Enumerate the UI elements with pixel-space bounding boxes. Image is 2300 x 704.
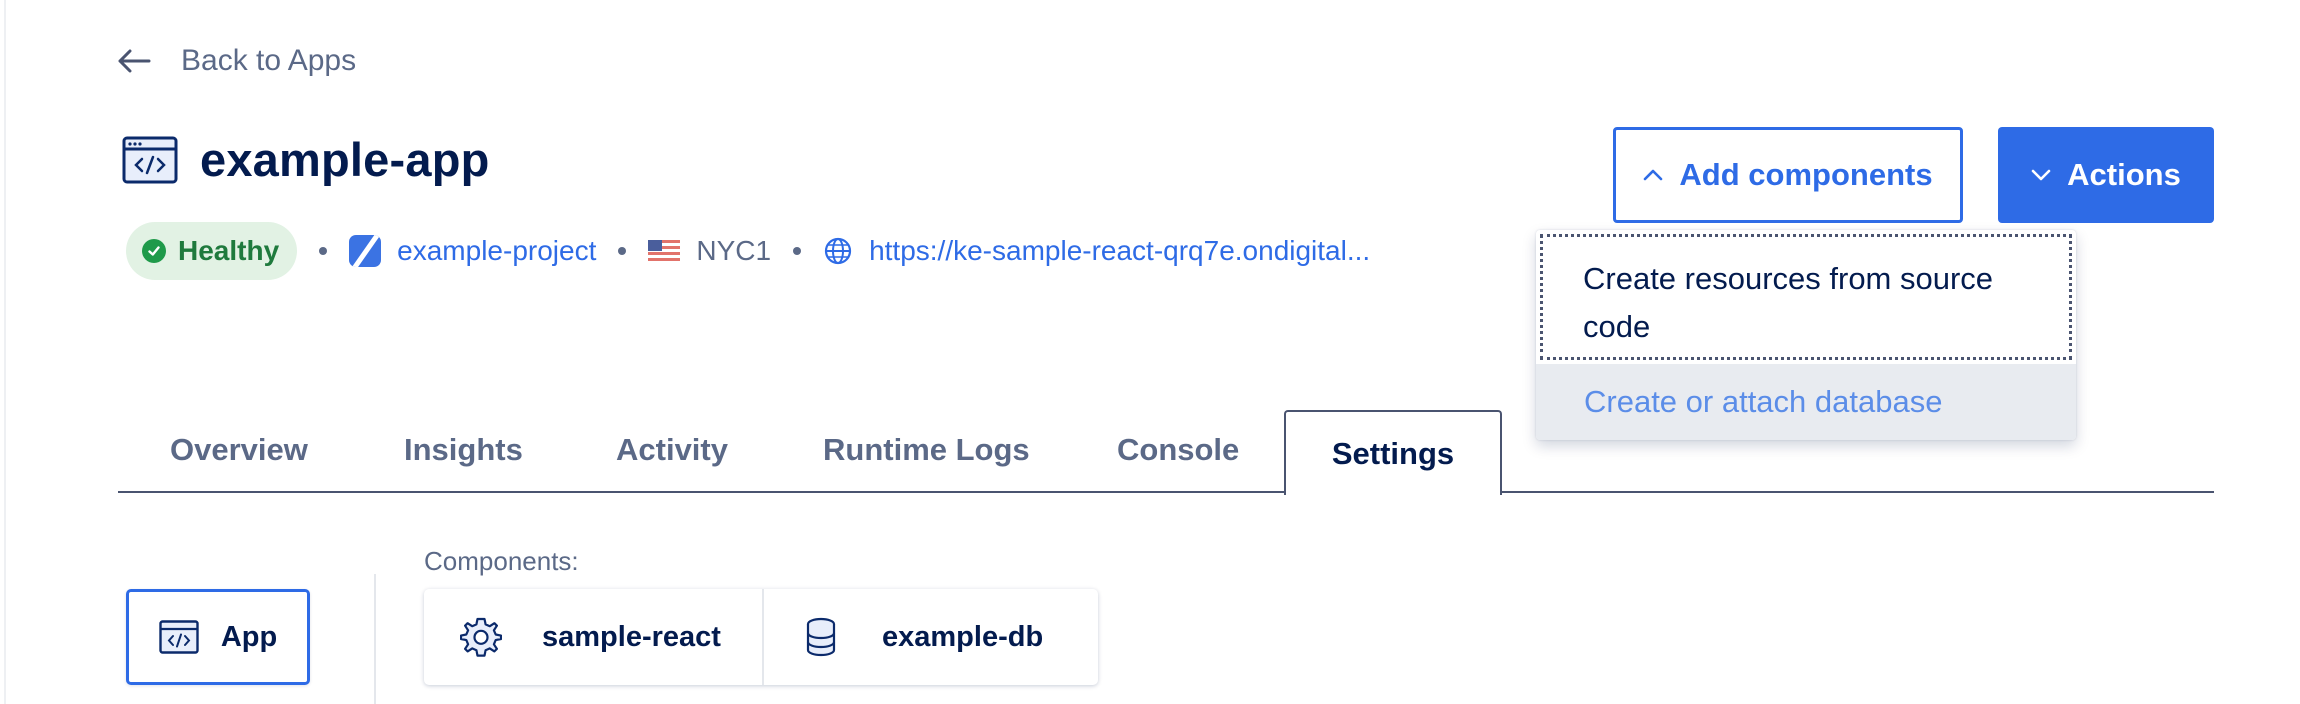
project-icon xyxy=(349,235,382,267)
app-url-link[interactable]: https://ke-sample-react-qrq7e.ondigital.… xyxy=(823,235,1370,267)
menu-item-label-line1: Create resources from source xyxy=(1583,261,1994,296)
app-settings-card[interactable]: App xyxy=(126,589,310,685)
separator-dot xyxy=(618,247,627,255)
app-card-label: App xyxy=(220,620,278,653)
chevron-up-icon xyxy=(1644,169,1663,181)
tab-insights[interactable]: Insights xyxy=(404,432,523,468)
region-info: NYC1 xyxy=(648,235,771,267)
menu-item-create-from-source[interactable]: Create resources from source code xyxy=(1540,234,2072,360)
globe-icon xyxy=(824,237,852,265)
app-settings-page: Back to Apps example-app Healthy example… xyxy=(0,0,2300,704)
component-example-db[interactable]: example-db xyxy=(762,589,1098,685)
add-components-label: Add components xyxy=(1679,157,1933,192)
actions-button[interactable]: Actions xyxy=(1998,127,2214,223)
database-icon xyxy=(806,617,836,657)
section-divider xyxy=(374,574,376,704)
app-header: example-app xyxy=(122,132,490,187)
project-link-label: example-project xyxy=(397,235,597,266)
project-link[interactable]: example-project xyxy=(349,235,596,267)
left-border xyxy=(4,0,6,704)
app-meta-row: Healthy example-project NYC1 https://ke-… xyxy=(126,222,1370,280)
tab-console[interactable]: Console xyxy=(1117,432,1239,468)
app-url-label: https://ke-sample-react-qrq7e.ondigital.… xyxy=(869,235,1371,266)
tab-overview[interactable]: Overview xyxy=(170,432,308,468)
us-flag-icon xyxy=(648,240,681,262)
add-components-button[interactable]: Add components xyxy=(1613,127,1963,223)
arrow-left-icon xyxy=(118,49,151,73)
region-label: NYC1 xyxy=(696,235,772,266)
status-label: Healthy xyxy=(178,235,280,266)
tab-activity[interactable]: Activity xyxy=(616,432,728,468)
page-title: example-app xyxy=(200,133,490,186)
separator-dot xyxy=(319,247,328,255)
chevron-down-icon xyxy=(2031,169,2051,181)
back-to-apps-label: Back to Apps xyxy=(181,44,357,77)
menu-item-label-line2: code xyxy=(1583,309,1651,344)
app-code-icon xyxy=(122,136,178,183)
components-list: sample-react example-db xyxy=(424,589,1098,685)
back-to-apps-link[interactable]: Back to Apps xyxy=(117,44,356,78)
tab-runtime-logs[interactable]: Runtime Logs xyxy=(823,432,1030,468)
tab-settings[interactable]: Settings xyxy=(1284,410,1502,495)
gear-icon xyxy=(460,617,502,657)
check-circle-icon xyxy=(142,239,166,263)
status-badge: Healthy xyxy=(126,222,298,280)
separator-dot xyxy=(793,247,802,255)
component-label: example-db xyxy=(882,620,1044,653)
tab-bar: Overview Insights Activity Runtime Logs … xyxy=(118,408,2214,495)
component-label: sample-react xyxy=(542,620,721,653)
components-heading: Components: xyxy=(424,546,579,576)
component-sample-react[interactable]: sample-react xyxy=(424,589,762,685)
tab-settings-label: Settings xyxy=(1331,435,1455,471)
tab-bar-divider xyxy=(118,491,2214,493)
actions-label: Actions xyxy=(2067,157,2181,192)
app-code-icon xyxy=(159,620,199,654)
